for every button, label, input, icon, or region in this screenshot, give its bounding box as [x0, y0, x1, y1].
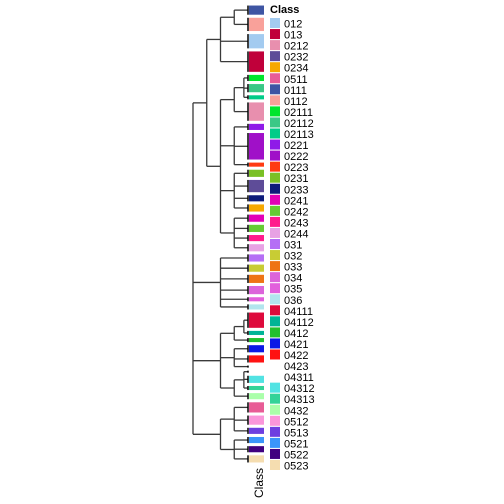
strip-cell-0422 — [249, 355, 264, 363]
strip-cell-0112 — [249, 17, 264, 32]
dendrogram-figure: Class 0120130212023202340511011101120211… — [192, 4, 315, 498]
strip-cell-0432 — [249, 393, 264, 400]
legend-swatch-0522 — [270, 448, 280, 459]
strip-cell-04112 — [249, 330, 264, 335]
legend-swatch-0231 — [270, 172, 280, 183]
strip-cell-0221 — [249, 123, 264, 130]
strip-cell-0223 — [249, 162, 264, 167]
legend-swatch-04312 — [270, 382, 280, 393]
legend-swatch-033 — [270, 261, 280, 272]
legend-swatch-0512 — [270, 415, 280, 426]
legend-swatch-0243 — [270, 216, 280, 227]
strip-cell-034 — [249, 286, 264, 295]
strip-cell-0241 — [249, 214, 264, 222]
strip-cell-013 — [249, 51, 264, 72]
legend-swatch-0241 — [270, 194, 280, 205]
strip-cell-0111 — [249, 5, 264, 15]
legend-swatch-013 — [270, 29, 280, 40]
row-dendrogram — [192, 9, 248, 460]
strip-cell-0412 — [249, 338, 264, 343]
legend-swatch-036 — [270, 294, 280, 305]
strip-cell-0423 — [249, 365, 264, 368]
legend-swatch-0513 — [270, 426, 280, 437]
legend-swatch-0521 — [270, 437, 280, 448]
legend-swatch-0412 — [270, 327, 280, 338]
legend-title: Class — [270, 4, 299, 16]
strip-cell-0232 — [249, 179, 264, 193]
legend-swatch-02113 — [270, 128, 280, 139]
class-legend: Class 0120130212023202340511011101120211… — [270, 4, 315, 473]
legend-swatch-0221 — [270, 139, 280, 150]
strip-cell-033 — [249, 274, 264, 283]
legend-swatch-0112 — [270, 95, 280, 106]
strip-cell-0513 — [249, 427, 264, 434]
legend-swatch-04111 — [270, 305, 280, 316]
strip-cell-031 — [249, 254, 264, 262]
legend-swatch-0222 — [270, 150, 280, 161]
legend-swatch-0232 — [270, 51, 280, 62]
legend-swatch-0511 — [270, 73, 280, 84]
strip-cell-0521 — [249, 436, 264, 444]
strip-cell-0421 — [249, 345, 264, 353]
legend-swatch-04112 — [270, 316, 280, 327]
legend-swatch-0523 — [270, 460, 280, 470]
legend-swatch-0212 — [270, 40, 280, 51]
strip-cell-0511 — [249, 402, 264, 413]
strip-cell-0242 — [249, 224, 264, 232]
legend-swatch-04313 — [270, 393, 280, 404]
legend-swatch-012 — [270, 18, 280, 28]
annotation-name-label: Class — [252, 468, 266, 498]
legend-swatch-034 — [270, 272, 280, 283]
class-annotation-strip — [247, 5, 264, 463]
strip-cell-035 — [249, 297, 264, 302]
strip-cell-02113 — [249, 95, 264, 100]
strip-cell-0222 — [249, 133, 264, 160]
strip-cell-0233 — [249, 195, 264, 202]
legend-swatch-0432 — [270, 404, 280, 415]
legend-swatch-031 — [270, 239, 280, 249]
strip-cell-04312 — [249, 375, 264, 383]
strip-cell-0523 — [249, 455, 264, 463]
legend-swatch-0111 — [270, 84, 280, 95]
strip-cell-012 — [249, 34, 264, 49]
legend-swatch-032 — [270, 250, 280, 261]
strip-cell-0512 — [249, 415, 264, 425]
strip-cell-0243 — [249, 235, 264, 242]
legend-swatch-0233 — [270, 183, 280, 194]
legend-swatch-02111 — [270, 106, 280, 117]
strip-cell-04111 — [249, 312, 264, 328]
strip-cell-0212 — [249, 102, 264, 121]
legend-swatch-035 — [270, 283, 280, 294]
strip-cell-02112 — [249, 84, 264, 93]
strip-cell-04311 — [249, 370, 264, 373]
legend-swatch-02112 — [270, 117, 280, 128]
legend-label: 0523 — [284, 461, 308, 473]
legend-swatch-0244 — [270, 227, 280, 238]
strip-cell-032 — [249, 264, 264, 272]
legend-swatch-0223 — [270, 161, 280, 172]
strip-cell-0231 — [249, 169, 264, 177]
legend-swatch-0242 — [270, 205, 280, 216]
legend-swatch-0234 — [270, 62, 280, 73]
strip-cell-0244 — [249, 244, 264, 252]
strip-cell-0234 — [249, 204, 264, 212]
legend-swatch-0421 — [270, 338, 280, 349]
strip-cell-04313 — [249, 385, 264, 391]
legend-swatch-0422 — [270, 349, 280, 360]
strip-cell-036 — [249, 304, 264, 310]
strip-cell-0522 — [249, 446, 264, 453]
strip-cell-02111 — [249, 74, 264, 82]
